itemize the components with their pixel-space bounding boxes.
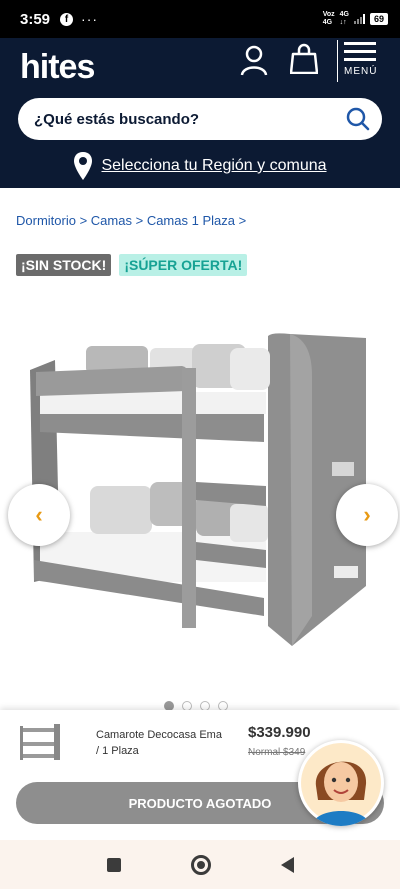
- product-badges: ¡SIN STOCK! ¡SÚPER OFERTA!: [16, 254, 248, 276]
- search-placeholder: ¿Qué estás buscando?: [34, 110, 200, 128]
- breadcrumb-item[interactable]: Dormitorio: [16, 213, 76, 228]
- breadcrumb-separator: >: [234, 213, 247, 228]
- more-notifications-icon: ···: [81, 11, 99, 27]
- recent-apps-icon[interactable]: [106, 857, 121, 872]
- user-icon[interactable]: [240, 44, 268, 76]
- system-nav-bar: [0, 840, 400, 889]
- network-indicator: 4G ↓↑: [339, 11, 349, 26]
- super-offer-badge: ¡SÚPER OFERTA!: [119, 254, 248, 276]
- normal-price: Normal $349: [248, 747, 306, 758]
- region-selector[interactable]: Selecciona tu Región y comuna: [0, 148, 400, 184]
- breadcrumb-item[interactable]: Camas 1 Plaza: [147, 213, 235, 228]
- product-thumbnail: [20, 724, 60, 760]
- volte-indicator: Voz 4G: [322, 11, 335, 26]
- home-icon[interactable]: [190, 854, 211, 875]
- carousel-next-button[interactable]: ›: [336, 484, 398, 546]
- out-of-stock-badge: ¡SIN STOCK!: [16, 254, 112, 276]
- breadcrumb-item[interactable]: Camas: [91, 213, 132, 228]
- hamburger-icon: [344, 42, 376, 45]
- site-header: hites MENÚ ¿Qué estás buscando? Seleccio…: [0, 38, 400, 188]
- product-name: Camarote Decocasa Ema / 1 Plaza: [96, 729, 222, 757]
- hites-logo[interactable]: hites: [20, 48, 95, 87]
- breadcrumb: Dormitorio > Camas > Camas 1 Plaza >: [16, 213, 246, 228]
- menu-button[interactable]: MENÚ: [344, 42, 380, 77]
- signal-icon: [353, 14, 365, 24]
- breadcrumb-separator: >: [131, 213, 147, 228]
- battery-icon: 69: [369, 13, 388, 25]
- search-icon[interactable]: [346, 107, 370, 131]
- search-input[interactable]: ¿Qué estás buscando?: [18, 98, 382, 140]
- menu-divider: [337, 40, 338, 82]
- chat-assistant-avatar-icon[interactable]: [298, 740, 384, 826]
- menu-label: MENÚ: [344, 66, 378, 77]
- chevron-right-icon: ›: [363, 502, 371, 527]
- breadcrumb-separator: >: [75, 213, 91, 228]
- shopping-bag-icon[interactable]: [290, 42, 318, 74]
- region-link[interactable]: Selecciona tu Región y comuna: [101, 157, 326, 175]
- location-pin-icon: [74, 152, 93, 180]
- back-icon[interactable]: [280, 856, 294, 873]
- product-price: $339.990: [248, 724, 311, 741]
- facebook-icon: f: [60, 12, 74, 26]
- carousel-prev-button[interactable]: ‹: [8, 484, 70, 546]
- status-bar: 3:59 f ··· Voz 4G 4G ↓↑ 69: [0, 0, 400, 38]
- status-time: 3:59: [20, 10, 51, 28]
- chevron-left-icon: ‹: [35, 502, 43, 527]
